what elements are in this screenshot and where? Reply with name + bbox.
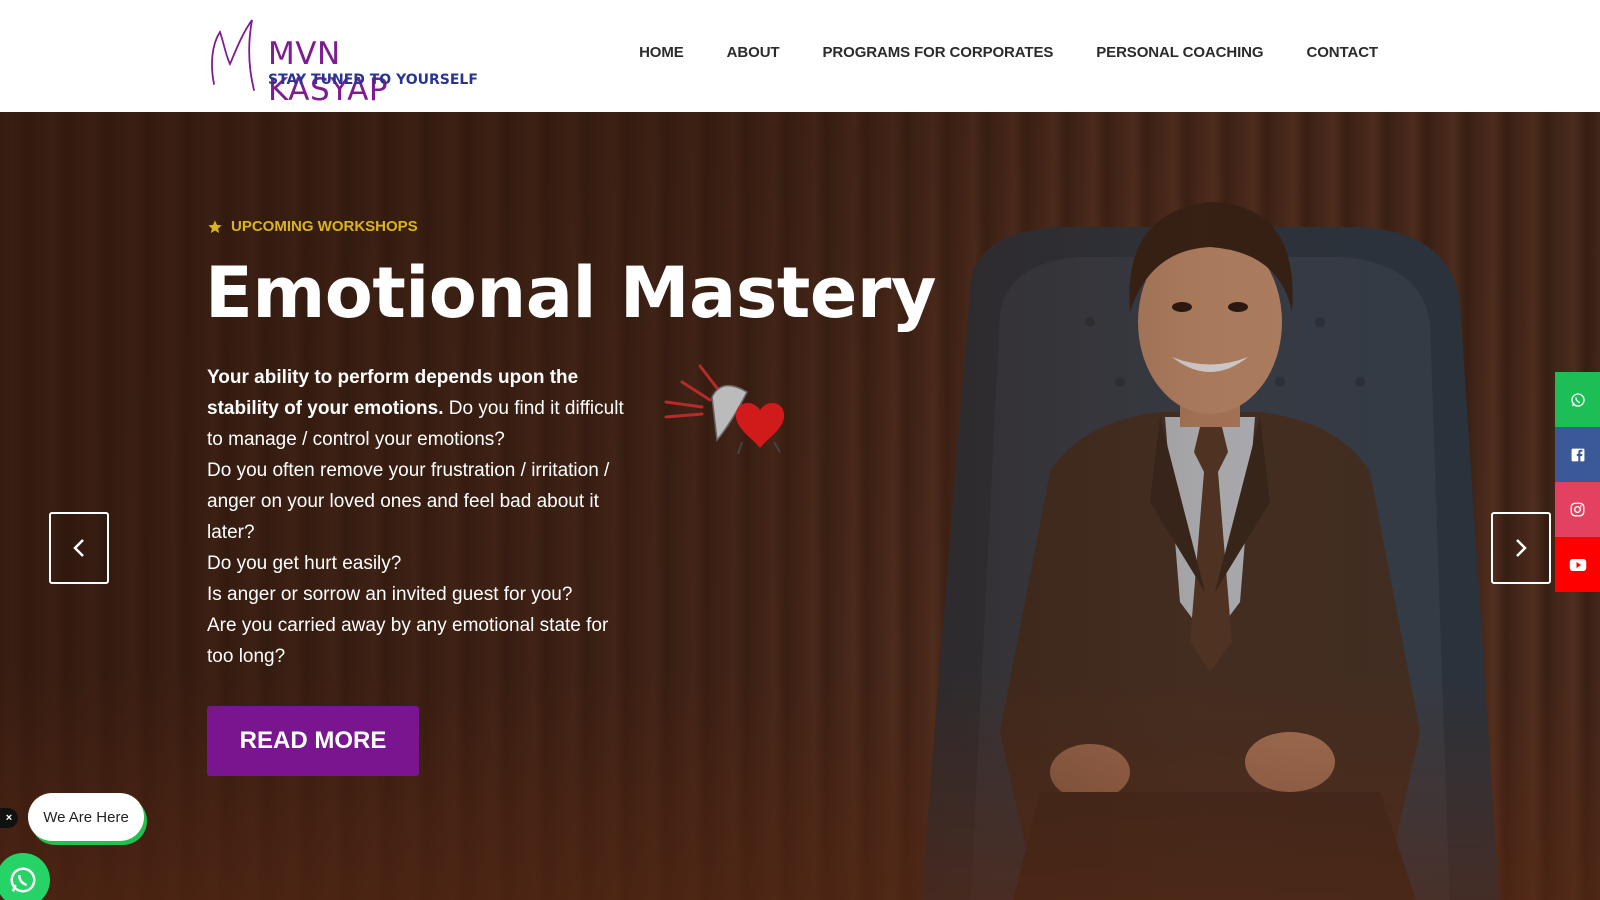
nav-item-about[interactable]: ABOUT	[727, 44, 780, 61]
hero-title: Emotional Mastery	[205, 252, 936, 334]
instagram-icon	[1570, 502, 1585, 517]
hero-eyebrow: UPCOMING WORKSHOPS	[207, 218, 418, 235]
nav-item-programs-for-corporates[interactable]: PROGRAMS FOR CORPORATES	[823, 44, 1054, 61]
nav-item-contact[interactable]: CONTACT	[1306, 44, 1378, 61]
hero-question: Do you get hurt easily?	[207, 553, 402, 574]
social-sidebar	[1555, 372, 1600, 592]
brand-tagline: STAY TUNED TO YOURSELF	[268, 72, 478, 88]
logo-m-signature-icon	[211, 19, 255, 91]
site-header: MVN KASYAP STAY TUNED TO YOURSELF HOME A…	[0, 0, 1600, 112]
hero-intro-paragraph: Your ability to perform depends upon the…	[207, 362, 627, 455]
heart-shield-illustration	[664, 364, 785, 455]
main-nav: HOME ABOUT PROGRAMS FOR CORPORATES PERSO…	[639, 44, 1378, 61]
nav-item-personal-coaching[interactable]: PERSONAL COACHING	[1096, 44, 1263, 61]
hero-slider: UPCOMING WORKSHOPS Emotional Mastery You…	[0, 112, 1600, 900]
slider-prev-button[interactable]	[49, 512, 109, 584]
facebook-link[interactable]	[1555, 427, 1600, 482]
hero-description: Your ability to perform depends upon the…	[207, 362, 627, 672]
whatsapp-icon	[1570, 392, 1585, 407]
whatsapp-icon	[10, 867, 36, 893]
hero-question: Is anger or sorrow an invited guest for …	[207, 584, 573, 605]
chevron-left-icon	[73, 539, 84, 557]
hero-floor-gradient	[0, 670, 1600, 900]
star-icon	[208, 219, 222, 233]
instagram-link[interactable]	[1555, 482, 1600, 537]
read-more-button[interactable]: READ MORE	[207, 706, 419, 776]
youtube-link[interactable]	[1555, 537, 1600, 592]
facebook-icon	[1571, 448, 1584, 462]
hero-question: Do you often remove your frustration / i…	[207, 460, 610, 543]
chevron-right-icon	[1516, 539, 1527, 557]
eyebrow-label: UPCOMING WORKSHOPS	[231, 218, 418, 235]
chat-bubble[interactable]: We Are Here	[28, 793, 144, 841]
site-logo[interactable]: MVN KASYAP STAY TUNED TO YOURSELF	[208, 14, 478, 108]
youtube-icon	[1569, 558, 1586, 571]
nav-item-home[interactable]: HOME	[639, 44, 684, 61]
slider-next-button[interactable]	[1491, 512, 1551, 584]
whatsapp-link[interactable]	[1555, 372, 1600, 427]
hero-question: Are you carried away by any emotional st…	[207, 615, 609, 667]
